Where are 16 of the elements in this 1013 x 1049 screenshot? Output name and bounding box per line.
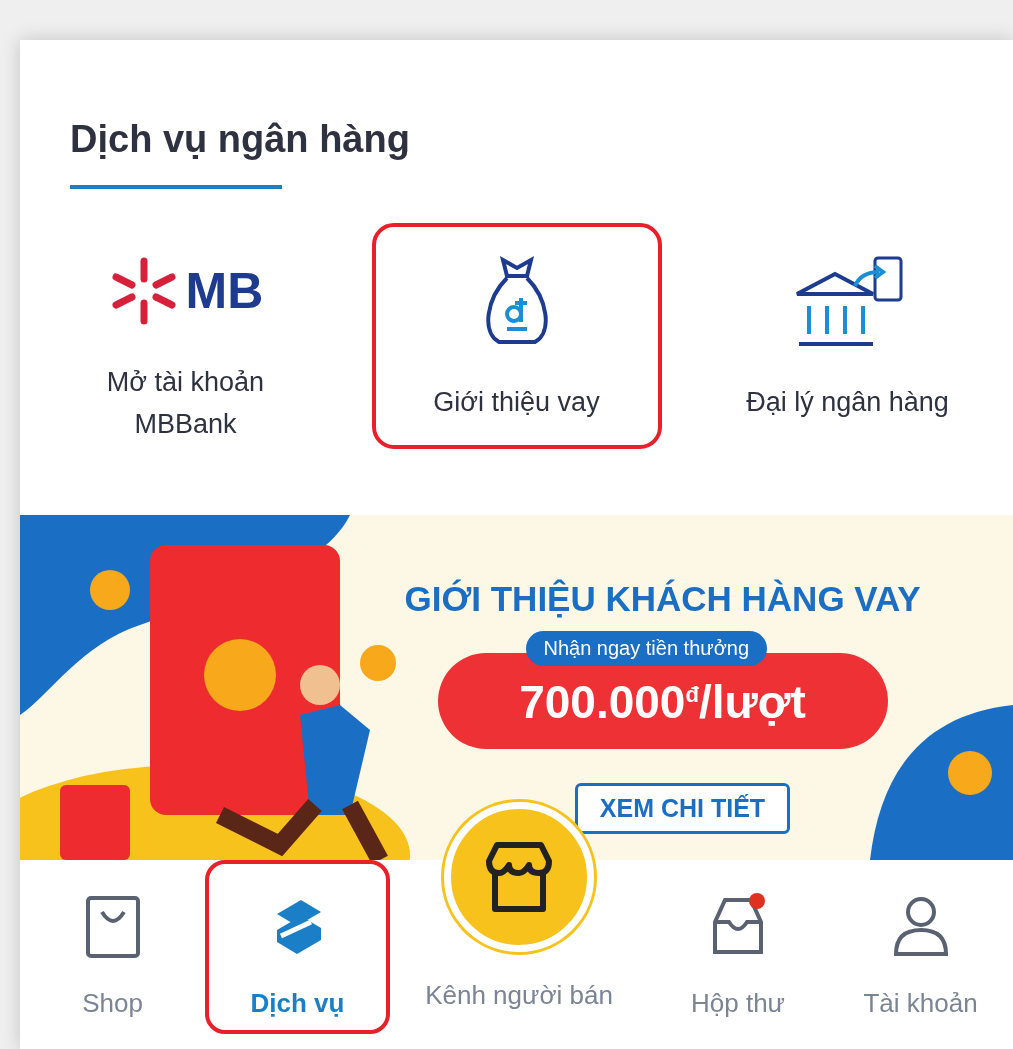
service-label: Giới thiệu vay (432, 386, 601, 419)
nav-tab[interactable]: Kênh người bán (390, 968, 648, 1028)
nav-tab[interactable]: Tài khoản (828, 860, 1013, 1034)
details-button[interactable]: XEM CHI TIẾT (574, 783, 791, 834)
nav-tab[interactable]: Shop (20, 860, 205, 1034)
nav-tab[interactable]: Dịch vụ (205, 860, 390, 1034)
service-item[interactable]: MB Mở tài khoản MBBank (40, 223, 331, 449)
banner-headline: GIỚI THIỆU KHÁCH HÀNG VAY (404, 579, 921, 619)
section-title: Dịch vụ ngân hàng (70, 118, 411, 161)
service-label: Đại lý ngân hàng (745, 386, 950, 419)
service-label: Mở tài khoản MBBank (105, 366, 266, 441)
service-item[interactable]: Đại lý ngân hàng (702, 223, 993, 449)
nav-tab[interactable]: Hộp thư (648, 860, 828, 1034)
logo-text: MB (185, 262, 264, 320)
service-item[interactable]: Giới thiệu vay (371, 223, 662, 449)
badge-dot (749, 893, 765, 909)
